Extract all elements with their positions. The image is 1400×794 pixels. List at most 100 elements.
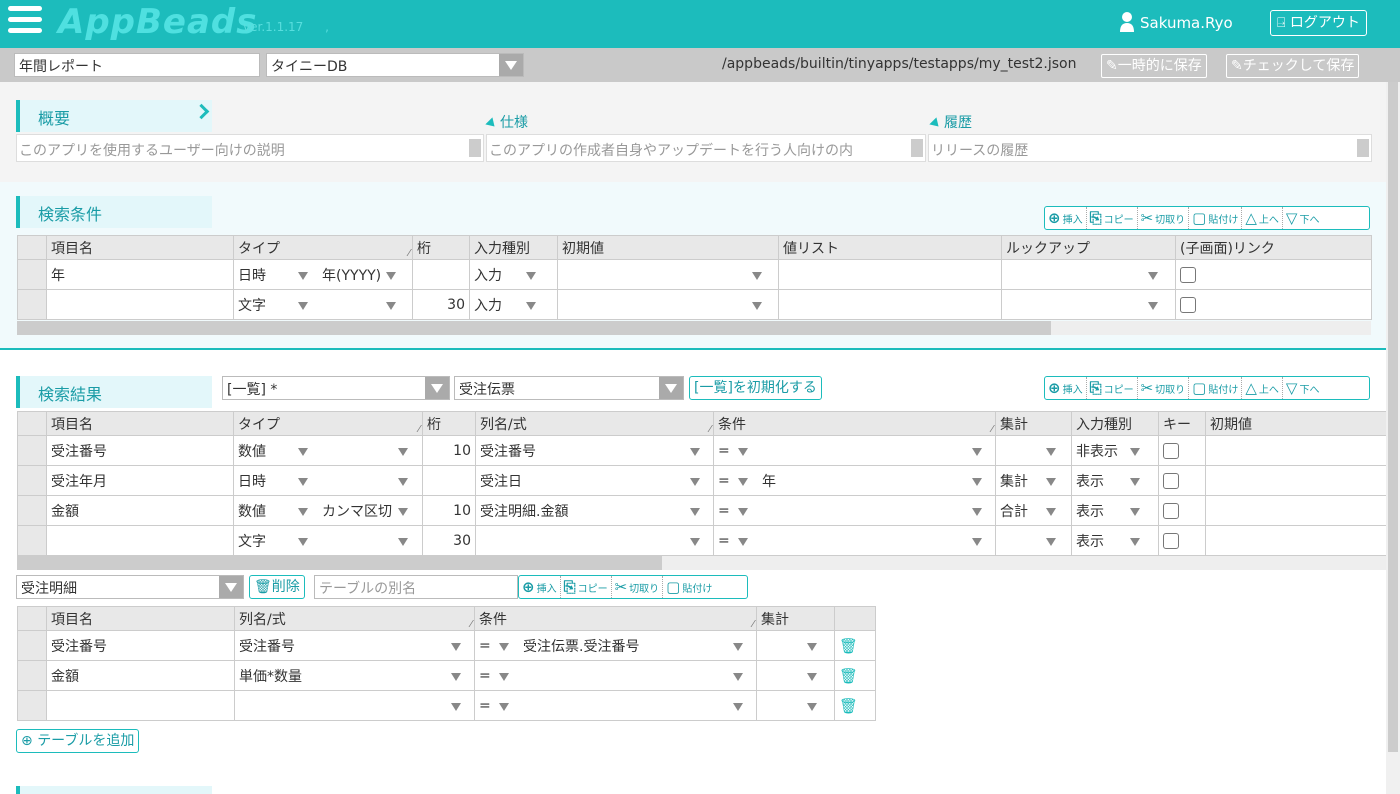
row-handle[interactable]	[17, 495, 47, 526]
item-name-cell[interactable]	[46, 289, 234, 320]
key-checkbox[interactable]	[1163, 472, 1179, 489]
type-cell[interactable]: 日時 年(YYYY)	[233, 259, 413, 290]
trash-icon[interactable]: 🗑	[839, 667, 858, 685]
digits-cell[interactable]	[412, 259, 470, 290]
table-alias-input[interactable]: テーブルの別名	[314, 575, 518, 599]
column-header[interactable]: 条件	[713, 411, 996, 436]
condition-cell[interactable]: = 年	[713, 465, 996, 496]
row-handle[interactable]	[17, 690, 47, 721]
chevron-down-icon[interactable]	[425, 377, 449, 399]
input-type-cell[interactable]: 入力	[469, 289, 558, 320]
column-header[interactable]: 列名/式	[475, 411, 714, 436]
condition-cell[interactable]: =	[474, 690, 757, 721]
condition-cell[interactable]: = 受注伝票.受注番号	[474, 630, 757, 661]
column-expr-cell[interactable]: 受注番号	[475, 435, 714, 466]
logout-button[interactable]: ⍈ ログアウト	[1270, 10, 1367, 36]
column-expr-cell[interactable]	[475, 525, 714, 556]
digits-cell[interactable]	[422, 465, 476, 496]
initial-value-cell[interactable]	[1205, 525, 1389, 556]
item-name-cell[interactable]: 金額	[46, 495, 234, 526]
move-down-button[interactable]: ▽ 下へ	[1283, 377, 1323, 399]
paste-button[interactable]: ▢ 貼付け	[663, 576, 715, 598]
column-header[interactable]: タイプ	[233, 411, 423, 436]
column-expr-cell[interactable]: 受注日	[475, 465, 714, 496]
lookup-cell[interactable]	[1001, 259, 1176, 290]
aggregate-cell[interactable]	[756, 630, 835, 661]
column-expr-cell[interactable]: 受注番号	[234, 630, 475, 661]
item-name-cell[interactable]	[46, 690, 235, 721]
type-cell[interactable]: 数値	[233, 435, 423, 466]
aggregate-cell[interactable]	[995, 525, 1072, 556]
description-field[interactable]: このアプリを使用するユーザー向けの説明	[16, 134, 484, 162]
key-cell[interactable]	[1158, 525, 1206, 556]
condition-cell[interactable]: =	[713, 525, 996, 556]
input-type-cell[interactable]: 非表示	[1071, 435, 1159, 466]
add-table-button[interactable]: ⊕ テーブルを追加	[16, 729, 140, 753]
type-cell[interactable]: 文字	[233, 525, 423, 556]
history-field[interactable]: リリースの履歴	[928, 134, 1372, 162]
initial-value-cell[interactable]	[1205, 435, 1389, 466]
menu-icon[interactable]	[8, 6, 42, 40]
input-type-cell[interactable]: 表示	[1071, 525, 1159, 556]
history-toggle[interactable]: 履歴	[930, 112, 972, 132]
key-cell[interactable]	[1158, 495, 1206, 526]
input-type-cell[interactable]: 表示	[1071, 465, 1159, 496]
digits-cell[interactable]: 10	[422, 435, 476, 466]
row-handle[interactable]	[17, 289, 47, 320]
child-link-cell[interactable]	[1175, 289, 1372, 320]
cut-button[interactable]: ✂ 切取り	[1138, 377, 1190, 399]
digits-cell[interactable]: 30	[422, 525, 476, 556]
initial-value-cell[interactable]	[557, 259, 779, 290]
child-link-cell[interactable]	[1175, 259, 1372, 290]
key-checkbox[interactable]	[1163, 442, 1179, 459]
trash-icon[interactable]: 🗑	[839, 697, 858, 715]
type-cell[interactable]: 日時	[233, 465, 423, 496]
key-checkbox[interactable]	[1163, 502, 1179, 519]
insert-button[interactable]: ⊕ 挿入	[1045, 207, 1087, 229]
insert-button[interactable]: ⊕ 挿入	[519, 576, 561, 598]
column-header[interactable]: 条件	[474, 606, 757, 631]
item-name-cell[interactable]: 金額	[46, 660, 235, 691]
column-expr-cell[interactable]: 単価*数量	[234, 660, 475, 691]
vertical-scrollbar[interactable]	[1386, 82, 1400, 794]
item-name-cell[interactable]: 年	[46, 259, 234, 290]
move-up-button[interactable]: △ 上へ	[1242, 377, 1283, 399]
chevron-down-icon[interactable]	[499, 54, 523, 76]
input-type-cell[interactable]: 入力	[469, 259, 558, 290]
overview-toggle[interactable]: 概要	[16, 100, 212, 132]
check-save-button[interactable]: ✎チェックして保存	[1226, 54, 1360, 78]
value-list-cell[interactable]	[778, 289, 1002, 320]
list-select[interactable]: [一覧] *	[222, 376, 450, 400]
link-checkbox[interactable]	[1180, 296, 1196, 313]
init-list-button[interactable]: [一覧]を初期化する	[689, 376, 822, 400]
aggregate-cell[interactable]	[756, 690, 835, 721]
digits-cell[interactable]: 30	[412, 289, 470, 320]
delete-row-cell[interactable]: 🗑	[834, 660, 876, 691]
column-expr-cell[interactable]	[234, 690, 475, 721]
chevron-down-icon[interactable]	[219, 576, 243, 598]
copy-button[interactable]: ⎘ コピー	[1087, 377, 1138, 399]
aggregate-cell[interactable]: 合計	[995, 495, 1072, 526]
row-handle[interactable]	[17, 259, 47, 290]
value-list-cell[interactable]	[778, 259, 1002, 290]
key-cell[interactable]	[1158, 465, 1206, 496]
initial-value-cell[interactable]	[557, 289, 779, 320]
item-name-cell[interactable]	[46, 525, 234, 556]
aggregate-cell[interactable]	[995, 435, 1072, 466]
initial-value-cell[interactable]	[1205, 465, 1389, 496]
type-cell[interactable]: 数値 カンマ区切	[233, 495, 423, 526]
move-up-button[interactable]: △ 上へ	[1242, 207, 1283, 229]
row-handle[interactable]	[17, 660, 47, 691]
save-temp-button[interactable]: ✎一時的に保存	[1101, 54, 1207, 78]
aggregate-cell[interactable]	[756, 660, 835, 691]
item-name-cell[interactable]: 受注番号	[46, 630, 235, 661]
item-name-cell[interactable]: 受注年月	[46, 465, 234, 496]
delete-row-cell[interactable]: 🗑	[834, 690, 876, 721]
delete-table-button[interactable]: 🗑削除	[249, 575, 305, 599]
row-handle[interactable]	[17, 435, 47, 466]
condition-cell[interactable]: =	[474, 660, 757, 691]
app-name-input[interactable]: 年間レポート	[14, 53, 260, 77]
paste-button[interactable]: ▢ 貼付け	[1189, 377, 1243, 399]
horizontal-scrollbar[interactable]	[17, 556, 1388, 570]
key-checkbox[interactable]	[1163, 532, 1179, 549]
